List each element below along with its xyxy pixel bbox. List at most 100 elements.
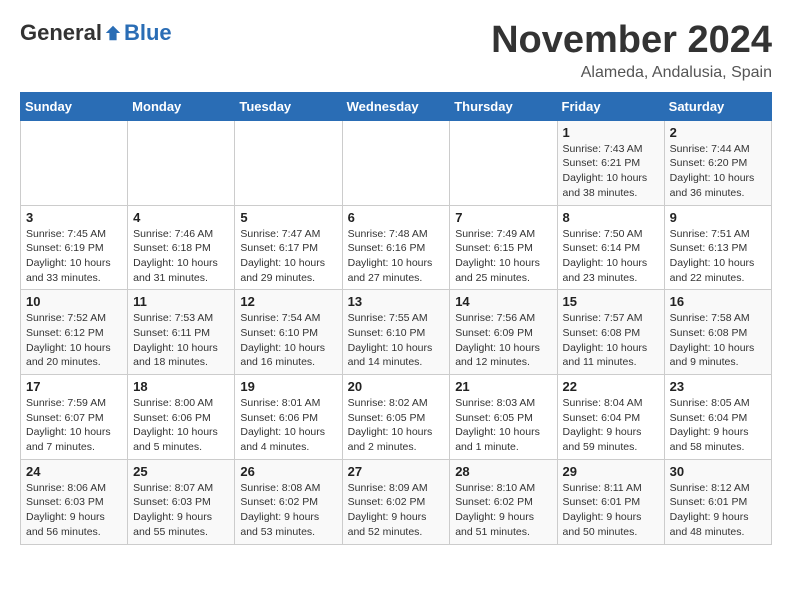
calendar-cell: 22 Sunrise: 8:04 AM Sunset: 6:04 PM Dayli… — [557, 375, 664, 460]
day-number: 16 — [670, 294, 766, 309]
day-number: 2 — [670, 125, 766, 140]
calendar-cell: 28Sunrise: 8:10 AM Sunset: 6:02 PM Dayli… — [450, 459, 557, 544]
title-block: November 2024 Alameda, Andalusia, Spain — [491, 20, 772, 82]
calendar-cell: 7 Sunrise: 7:49 AM Sunset: 6:15 PM Daylig… — [450, 205, 557, 290]
calendar-cell — [21, 120, 128, 205]
calendar-cell: 26Sunrise: 8:08 AM Sunset: 6:02 PM Dayli… — [235, 459, 342, 544]
calendar-cell: 27 Sunrise: 8:09 AM Sunset: 6:02 PM Dayli… — [342, 459, 450, 544]
calendar-cell: 14 Sunrise: 7:56 AM Sunset: 6:09 PM Dayli… — [450, 290, 557, 375]
day-number: 7 — [455, 210, 551, 225]
day-number: 15 — [563, 294, 659, 309]
day-info: Sunrise: 7:58 AM Sunset: 6:08 PM Dayligh… — [670, 311, 766, 370]
calendar-week-row: 24 Sunrise: 8:06 AM Sunset: 6:03 PM Dayli… — [21, 459, 772, 544]
day-info: Sunrise: 7:50 AM Sunset: 6:14 PM Dayligh… — [563, 227, 659, 286]
day-info: Sunrise: 7:47 AM Sunset: 6:17 PM Dayligh… — [240, 227, 336, 286]
day-number: 21 — [455, 379, 551, 394]
day-number: 10 — [26, 294, 122, 309]
day-number: 17 — [26, 379, 122, 394]
day-info: Sunrise: 8:00 AM Sunset: 6:06 PM Dayligh… — [133, 396, 229, 455]
calendar-week-row: 10 Sunrise: 7:52 AM Sunset: 6:12 PM Dayli… — [21, 290, 772, 375]
calendar-cell: 6 Sunrise: 7:48 AM Sunset: 6:16 PM Daylig… — [342, 205, 450, 290]
day-number: 8 — [563, 210, 659, 225]
logo-icon — [104, 24, 122, 42]
day-info: Sunrise: 7:45 AM Sunset: 6:19 PM Dayligh… — [26, 227, 122, 286]
day-number: 18 — [133, 379, 229, 394]
calendar-cell — [450, 120, 557, 205]
day-number: 24 — [26, 464, 122, 479]
day-info: Sunrise: 7:52 AM Sunset: 6:12 PM Dayligh… — [26, 311, 122, 370]
day-number: 6 — [348, 210, 445, 225]
day-info: Sunrise: 7:43 AM Sunset: 6:21 PM Dayligh… — [563, 142, 659, 201]
calendar-cell: 18 Sunrise: 8:00 AM Sunset: 6:06 PM Dayli… — [128, 375, 235, 460]
day-info: Sunrise: 7:51 AM Sunset: 6:13 PM Dayligh… — [670, 227, 766, 286]
calendar-cell: 30 Sunrise: 8:12 AM Sunset: 6:01 PM Dayli… — [664, 459, 771, 544]
day-info: Sunrise: 8:11 AM Sunset: 6:01 PM Dayligh… — [563, 481, 659, 540]
day-info: Sunrise: 8:07 AM Sunset: 6:03 PM Dayligh… — [133, 481, 229, 540]
calendar-cell: 21Sunrise: 8:03 AM Sunset: 6:05 PM Dayli… — [450, 375, 557, 460]
location-subtitle: Alameda, Andalusia, Spain — [491, 64, 772, 82]
calendar-cell: 25 Sunrise: 8:07 AM Sunset: 6:03 PM Dayli… — [128, 459, 235, 544]
calendar-cell: 20 Sunrise: 8:02 AM Sunset: 6:05 PM Dayli… — [342, 375, 450, 460]
calendar-cell: 4Sunrise: 7:46 AM Sunset: 6:18 PM Daylig… — [128, 205, 235, 290]
day-info: Sunrise: 8:02 AM Sunset: 6:05 PM Dayligh… — [348, 396, 445, 455]
day-info: Sunrise: 7:59 AM Sunset: 6:07 PM Dayligh… — [26, 396, 122, 455]
calendar-header-row: SundayMondayTuesdayWednesdayThursdayFrid… — [21, 92, 772, 120]
day-number: 25 — [133, 464, 229, 479]
day-info: Sunrise: 7:57 AM Sunset: 6:08 PM Dayligh… — [563, 311, 659, 370]
day-number: 3 — [26, 210, 122, 225]
calendar-header-thursday: Thursday — [450, 92, 557, 120]
day-info: Sunrise: 7:56 AM Sunset: 6:09 PM Dayligh… — [455, 311, 551, 370]
calendar-cell: 24 Sunrise: 8:06 AM Sunset: 6:03 PM Dayli… — [21, 459, 128, 544]
logo-blue-text: Blue — [124, 20, 172, 46]
calendar-cell: 19 Sunrise: 8:01 AM Sunset: 6:06 PM Dayli… — [235, 375, 342, 460]
day-info: Sunrise: 8:01 AM Sunset: 6:06 PM Dayligh… — [240, 396, 336, 455]
day-number: 1 — [563, 125, 659, 140]
calendar-cell: 5 Sunrise: 7:47 AM Sunset: 6:17 PM Daylig… — [235, 205, 342, 290]
day-number: 29 — [563, 464, 659, 479]
day-number: 11 — [133, 294, 229, 309]
day-number: 4 — [133, 210, 229, 225]
calendar-table: SundayMondayTuesdayWednesdayThursdayFrid… — [20, 92, 772, 545]
calendar-cell: 13Sunrise: 7:55 AM Sunset: 6:10 PM Dayli… — [342, 290, 450, 375]
day-info: Sunrise: 7:49 AM Sunset: 6:15 PM Dayligh… — [455, 227, 551, 286]
calendar-week-row: 3 Sunrise: 7:45 AM Sunset: 6:19 PM Daylig… — [21, 205, 772, 290]
calendar-cell: 10 Sunrise: 7:52 AM Sunset: 6:12 PM Dayli… — [21, 290, 128, 375]
day-info: Sunrise: 7:54 AM Sunset: 6:10 PM Dayligh… — [240, 311, 336, 370]
day-number: 22 — [563, 379, 659, 394]
day-info: Sunrise: 8:10 AM Sunset: 6:02 PM Dayligh… — [455, 481, 551, 540]
day-info: Sunrise: 8:09 AM Sunset: 6:02 PM Dayligh… — [348, 481, 445, 540]
calendar-header-sunday: Sunday — [21, 92, 128, 120]
day-info: Sunrise: 7:48 AM Sunset: 6:16 PM Dayligh… — [348, 227, 445, 286]
day-number: 19 — [240, 379, 336, 394]
calendar-cell: 29 Sunrise: 8:11 AM Sunset: 6:01 PM Dayli… — [557, 459, 664, 544]
day-info: Sunrise: 8:12 AM Sunset: 6:01 PM Dayligh… — [670, 481, 766, 540]
day-info: Sunrise: 8:04 AM Sunset: 6:04 PM Dayligh… — [563, 396, 659, 455]
calendar-cell: 12Sunrise: 7:54 AM Sunset: 6:10 PM Dayli… — [235, 290, 342, 375]
calendar-cell — [128, 120, 235, 205]
calendar-cell: 9 Sunrise: 7:51 AM Sunset: 6:13 PM Daylig… — [664, 205, 771, 290]
calendar-cell: 11 Sunrise: 7:53 AM Sunset: 6:11 PM Dayli… — [128, 290, 235, 375]
day-number: 20 — [348, 379, 445, 394]
calendar-header-tuesday: Tuesday — [235, 92, 342, 120]
day-info: Sunrise: 7:44 AM Sunset: 6:20 PM Dayligh… — [670, 142, 766, 201]
calendar-cell: 2 Sunrise: 7:44 AM Sunset: 6:20 PM Daylig… — [664, 120, 771, 205]
logo: General Blue — [20, 20, 172, 46]
calendar-cell: 8 Sunrise: 7:50 AM Sunset: 6:14 PM Daylig… — [557, 205, 664, 290]
day-info: Sunrise: 8:08 AM Sunset: 6:02 PM Dayligh… — [240, 481, 336, 540]
calendar-week-row: 1 Sunrise: 7:43 AM Sunset: 6:21 PM Daylig… — [21, 120, 772, 205]
calendar-header-wednesday: Wednesday — [342, 92, 450, 120]
day-number: 14 — [455, 294, 551, 309]
day-number: 27 — [348, 464, 445, 479]
day-number: 9 — [670, 210, 766, 225]
day-number: 13 — [348, 294, 445, 309]
logo-general-text: General — [20, 20, 102, 46]
calendar-cell: 15 Sunrise: 7:57 AM Sunset: 6:08 PM Dayli… — [557, 290, 664, 375]
calendar-header-saturday: Saturday — [664, 92, 771, 120]
day-info: Sunrise: 7:53 AM Sunset: 6:11 PM Dayligh… — [133, 311, 229, 370]
day-info: Sunrise: 8:06 AM Sunset: 6:03 PM Dayligh… — [26, 481, 122, 540]
calendar-header-monday: Monday — [128, 92, 235, 120]
page-header: General Blue November 2024 Alameda, Anda… — [20, 20, 772, 82]
calendar-cell — [235, 120, 342, 205]
day-number: 5 — [240, 210, 336, 225]
day-number: 30 — [670, 464, 766, 479]
